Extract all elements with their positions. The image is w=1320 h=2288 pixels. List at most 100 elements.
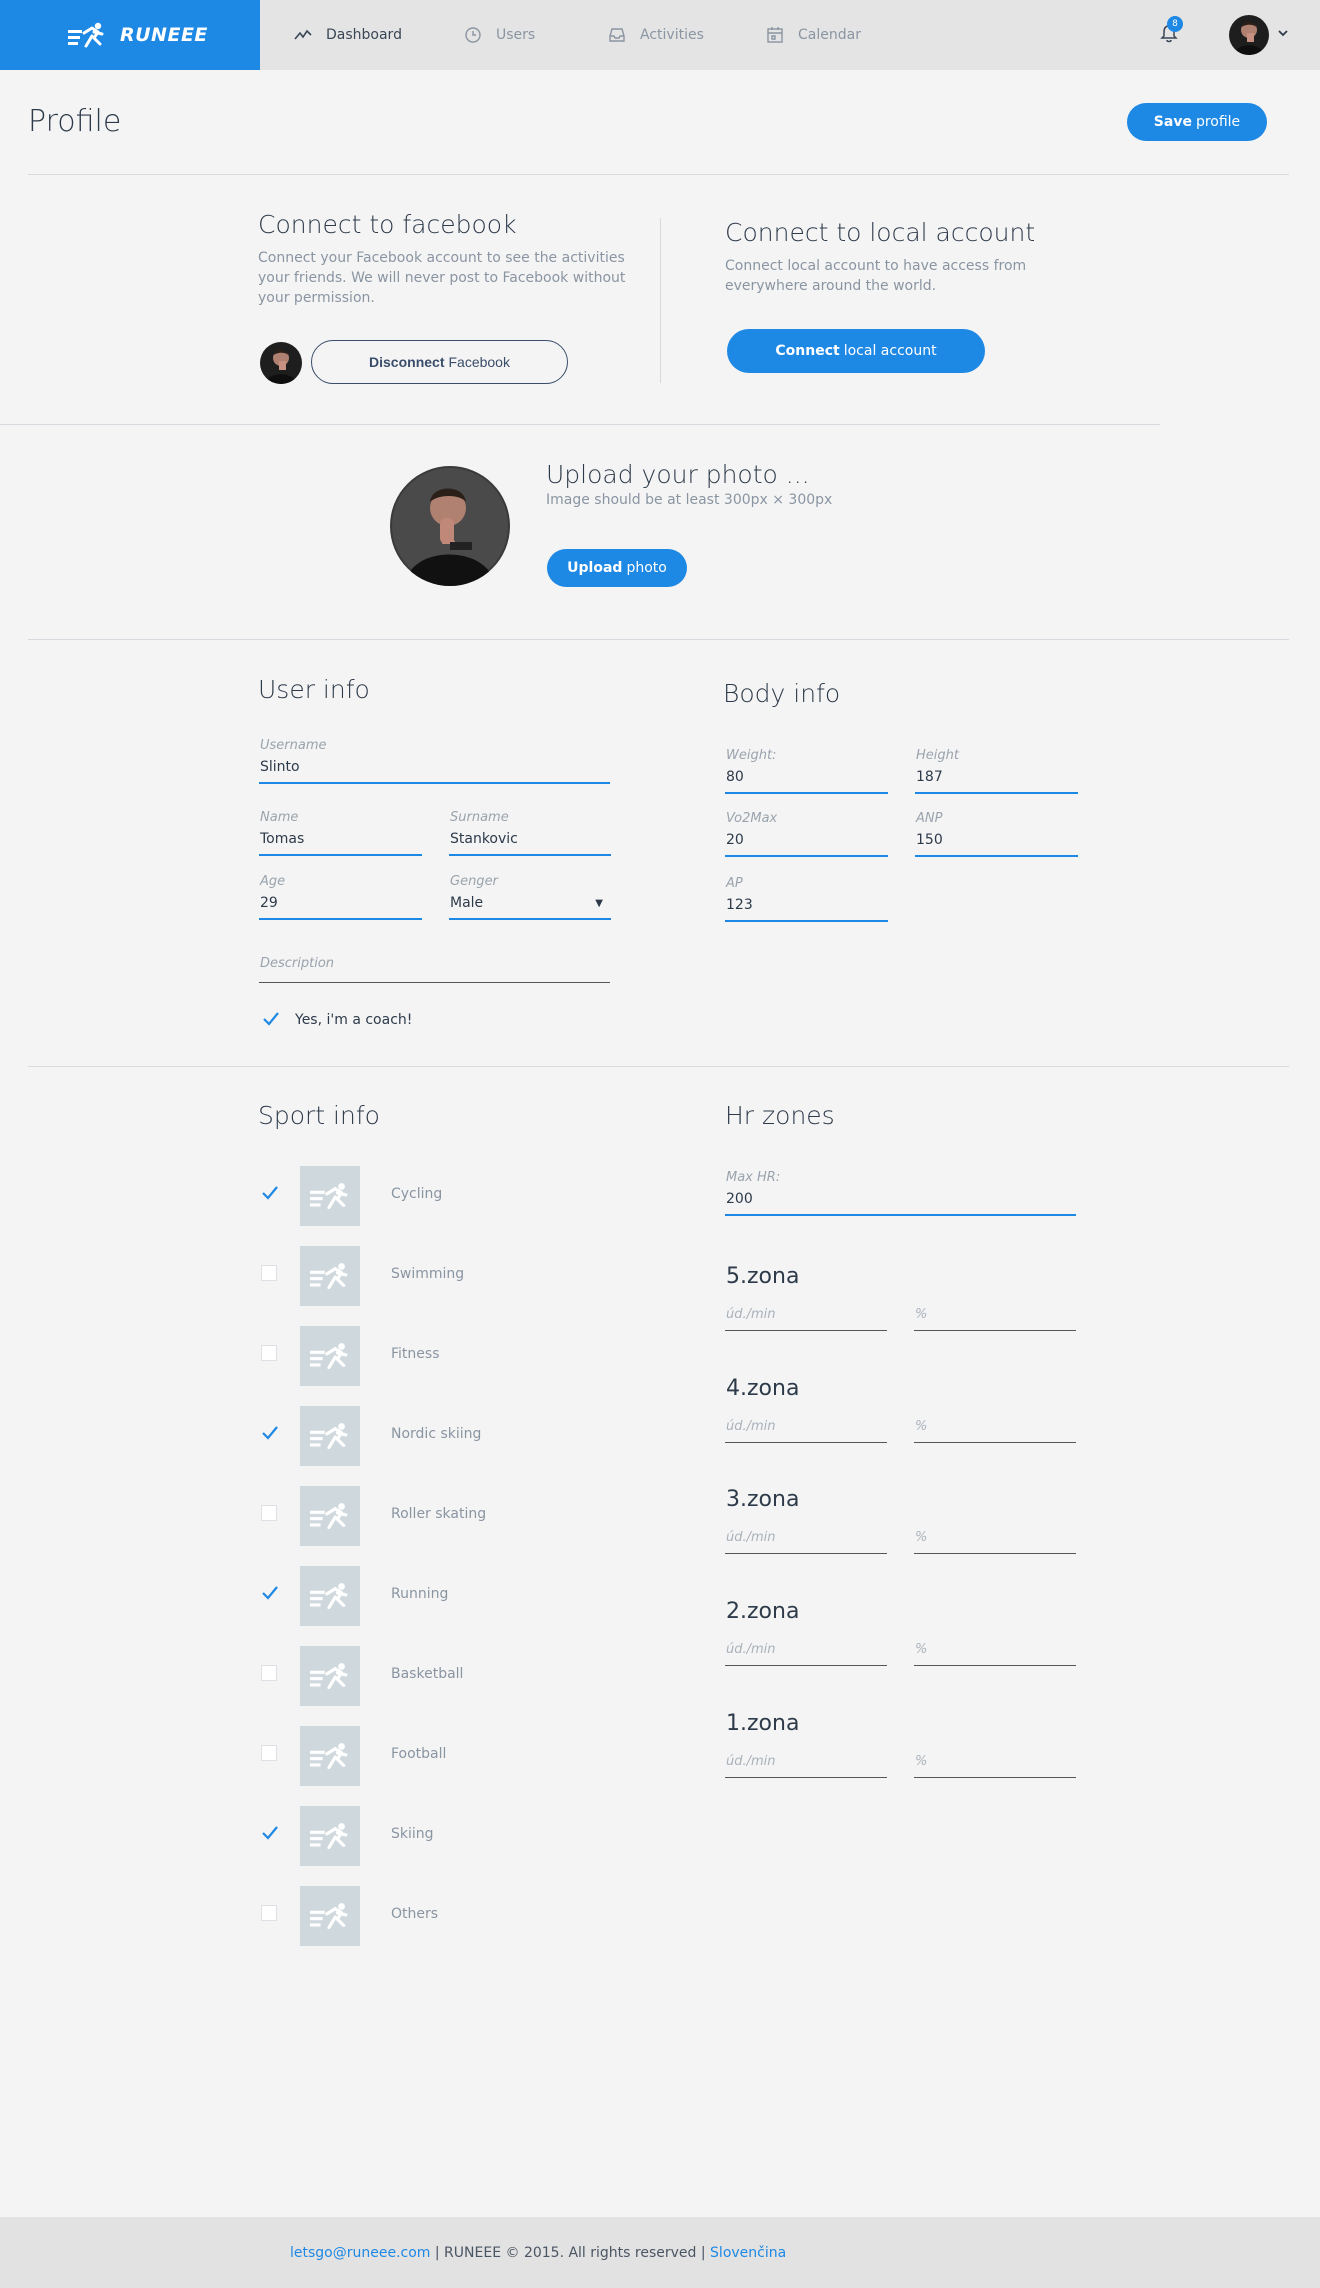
- ap-value: 123: [726, 897, 753, 913]
- sport-info-title: Sport info: [258, 1101, 380, 1130]
- facebook-title: Connect to facebook: [258, 210, 517, 239]
- chevron-down-icon[interactable]: [1277, 27, 1289, 39]
- height-field[interactable]: Height 187: [915, 748, 1078, 794]
- brand-logo[interactable]: RUNEEE: [0, 0, 260, 70]
- runner-logo-icon: [68, 22, 104, 48]
- surname-value: Stankovic: [450, 831, 518, 847]
- profile-photo-image: [390, 466, 510, 586]
- runner-icon: [310, 1663, 348, 1690]
- footer-email-link[interactable]: letsgo@runeee.com: [290, 2245, 430, 2261]
- description-label: Description: [260, 956, 335, 971]
- save-profile-rest: profile: [1195, 114, 1241, 130]
- footer-language-link[interactable]: Slovenčina: [710, 2245, 786, 2261]
- zone-bpm-input[interactable]: úd./min: [725, 1640, 887, 1666]
- zone-percent-input[interactable]: %: [914, 1417, 1076, 1443]
- user-avatar[interactable]: [1229, 15, 1269, 55]
- sport-name: Skiing: [391, 1826, 434, 1842]
- sport-checkbox[interactable]: [261, 1505, 277, 1521]
- zone-percent-input[interactable]: %: [914, 1640, 1076, 1666]
- vo2max-field[interactable]: Vo2Max 20: [725, 811, 888, 857]
- divider: [0, 424, 1160, 425]
- weight-value: 80: [726, 769, 744, 785]
- nav-dashboard-label: Dashboard: [326, 27, 402, 43]
- sport-checkbox[interactable]: [261, 1905, 277, 1921]
- max-hr-label: Max HR:: [726, 1170, 781, 1185]
- name-value: Tomas: [260, 831, 305, 847]
- coach-checkbox[interactable]: [262, 1011, 279, 1027]
- description-field[interactable]: Description: [259, 956, 610, 983]
- zone-percent-input[interactable]: %: [914, 1752, 1076, 1778]
- zone-bpm-input[interactable]: úd./min: [725, 1305, 887, 1331]
- zone-bpm-input[interactable]: úd./min: [725, 1528, 887, 1554]
- save-profile-button[interactable]: Save profile: [1127, 103, 1267, 141]
- upload-photo-hint: Image should be at least 300px × 300px: [546, 492, 833, 508]
- footer: letsgo@runeee.com | RUNEEE © 2015. All r…: [0, 2217, 1320, 2288]
- disconnect-rest: Facebook: [448, 354, 510, 370]
- name-label: Name: [260, 810, 299, 825]
- nav-activities[interactable]: Activities: [608, 0, 704, 70]
- sport-checkbox[interactable]: [261, 1345, 277, 1361]
- sport-checkbox[interactable]: [261, 1425, 278, 1441]
- runner-icon: [310, 1583, 348, 1610]
- runner-icon: [310, 1343, 348, 1370]
- calendar-icon: [767, 27, 783, 43]
- nav-calendar[interactable]: Calendar: [766, 0, 861, 70]
- disconnect-facebook-button[interactable]: Disconnect Facebook: [311, 340, 568, 384]
- facebook-avatar-photo: [260, 342, 302, 384]
- weight-label: Weight:: [726, 748, 777, 763]
- divider: [28, 174, 1289, 175]
- sport-checkbox[interactable]: [261, 1745, 277, 1761]
- surname-field[interactable]: Surname Stankovic: [449, 810, 611, 856]
- vertical-divider: [660, 218, 661, 383]
- vo2max-label: Vo2Max: [726, 811, 778, 826]
- upload-photo-button[interactable]: Upload photo: [547, 549, 687, 587]
- disconnect-bold: Disconnect: [369, 354, 445, 370]
- runner-icon: [310, 1743, 348, 1770]
- sport-checkbox[interactable]: [261, 1185, 278, 1201]
- nav-calendar-label: Calendar: [798, 27, 861, 43]
- weight-field[interactable]: Weight: 80: [725, 748, 888, 794]
- zone-bpm-input[interactable]: úd./min: [725, 1752, 887, 1778]
- nav-users-label: Users: [496, 27, 536, 43]
- notifications-button[interactable]: 8: [1158, 16, 1183, 48]
- zone-title: 5.zona: [726, 1264, 800, 1289]
- connect-local-button[interactable]: Connect local account: [727, 329, 985, 373]
- max-hr-field[interactable]: Max HR: 200: [725, 1170, 1076, 1216]
- zone-title: 4.zona: [726, 1376, 800, 1401]
- divider: [28, 639, 1289, 640]
- zone-percent-placeholder: %: [915, 1530, 928, 1545]
- nav-users[interactable]: Users: [464, 0, 535, 70]
- sport-name: Running: [391, 1586, 449, 1602]
- sport-checkbox[interactable]: [261, 1825, 278, 1841]
- username-field[interactable]: Username Slinto: [259, 738, 610, 784]
- age-field[interactable]: Age 29: [259, 874, 422, 920]
- anp-field[interactable]: ANP 150: [915, 811, 1078, 857]
- page-title: Profile: [28, 104, 122, 139]
- facebook-text: Connect your Facebook account to see the…: [258, 250, 626, 306]
- sport-checkbox[interactable]: [261, 1265, 277, 1281]
- nav-activities-label: Activities: [640, 27, 704, 43]
- zone-percent-input[interactable]: %: [914, 1305, 1076, 1331]
- gender-select[interactable]: Genger Male ▼: [449, 874, 611, 920]
- name-field[interactable]: Name Tomas: [259, 810, 422, 856]
- checkmark-icon: [262, 1826, 278, 1840]
- ap-field[interactable]: AP 123: [725, 876, 888, 922]
- dropdown-caret-icon: ▼: [595, 898, 603, 909]
- zone-percent-input[interactable]: %: [914, 1528, 1076, 1554]
- hr-zones-title: Hr zones: [725, 1101, 835, 1130]
- sport-checkbox[interactable]: [261, 1665, 277, 1681]
- sport-checkbox[interactable]: [261, 1585, 278, 1601]
- gender-label: Genger: [450, 874, 498, 889]
- save-profile-bold: Save: [1153, 114, 1192, 130]
- runner-icon: [310, 1503, 348, 1530]
- upload-bold: Upload: [567, 560, 623, 576]
- anp-value: 150: [916, 832, 943, 848]
- notification-badge: 8: [1167, 16, 1183, 32]
- zone-title: 3.zona: [726, 1487, 800, 1512]
- top-navbar: RUNEEE Dashboard Users Activities Calend…: [0, 0, 1320, 70]
- height-label: Height: [916, 748, 959, 763]
- zone-bpm-input[interactable]: úd./min: [725, 1417, 887, 1443]
- brand-name: RUNEEE: [120, 24, 208, 46]
- nav-dashboard[interactable]: Dashboard: [294, 0, 402, 70]
- vo2max-value: 20: [726, 832, 744, 848]
